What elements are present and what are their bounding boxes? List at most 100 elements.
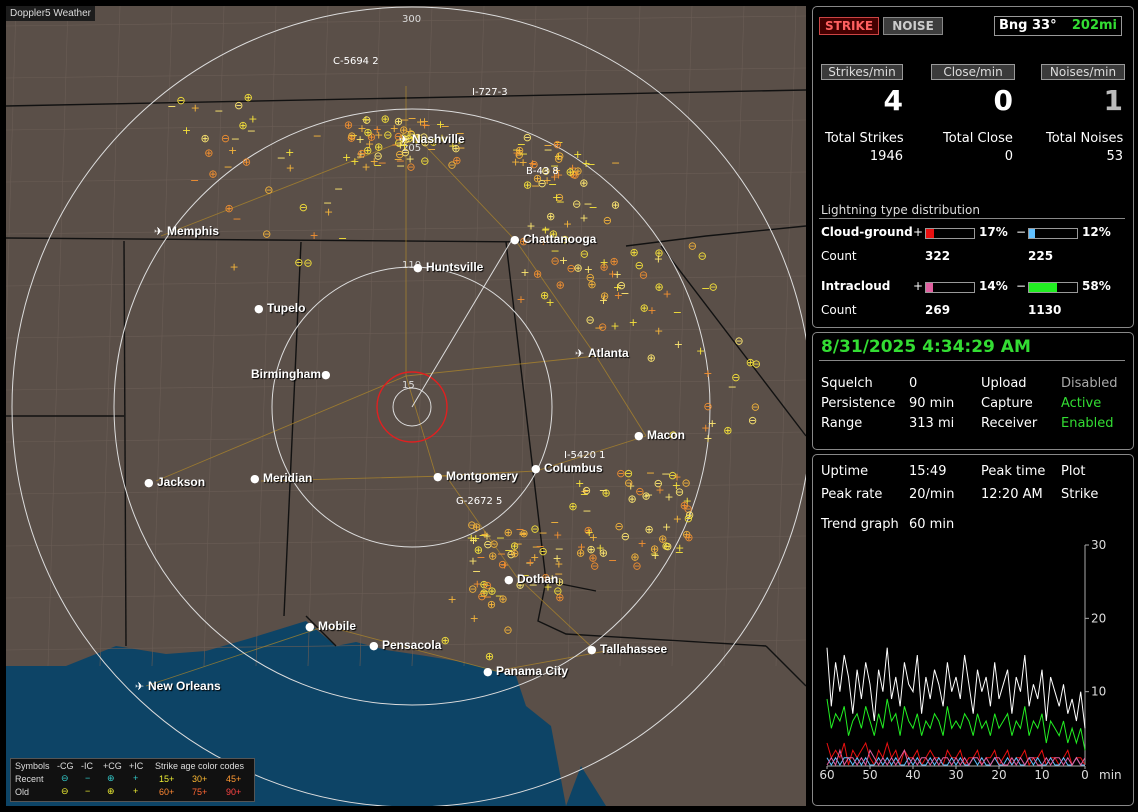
strike-marker: + [654, 325, 663, 338]
strike-marker: ⊕ [485, 650, 494, 663]
strike-marker: ⊕ [374, 140, 383, 153]
capture-value: Active [1061, 396, 1102, 411]
strike-marker: + [563, 218, 572, 231]
old-nic-icon: − [85, 786, 91, 796]
strike-marker: ⊕ [684, 531, 693, 544]
strike-marker: + [696, 344, 705, 357]
strike-marker: ⊕ [225, 202, 234, 215]
strike-marker: + [526, 219, 535, 232]
strike-marker: + [553, 552, 562, 565]
uptime-label: Uptime [821, 464, 869, 479]
legend-header-nic: -IC [81, 761, 93, 771]
strike-marker: ⊕ [381, 112, 390, 125]
noise-button[interactable]: NOISE [883, 17, 943, 35]
city-dot-icon: ● [305, 620, 315, 633]
strike-marker: − [728, 380, 737, 393]
strike-marker: + [248, 112, 257, 125]
city-label: Memphis [167, 224, 220, 238]
strike-marker: − [661, 468, 670, 481]
lightning-map[interactable]: 300 205 110 15 + ⊖ ⊖ + − ⊖ + − + ⊖ ⊖ + ⊕ + ⊕ − − + ⊖ ⊕ − ⊕ − ⊖ − − ⊕ ⊖ +… [6, 6, 806, 806]
strike-marker: − [476, 551, 485, 564]
strike-marker: ⊖ [572, 197, 581, 210]
strike-marker: ⊖ [551, 255, 560, 268]
cg-positive-pct: 17% [979, 225, 1008, 239]
strike-marker: − [644, 488, 653, 501]
trend-graph: 60 50 40 30 20 10 0 min 30 20 10 [819, 538, 1121, 782]
strike-marker: − [673, 306, 682, 319]
strike-marker: − [313, 129, 322, 142]
strike-marker: − [646, 466, 655, 479]
strike-marker: − [224, 160, 233, 173]
strike-marker: + [674, 338, 683, 351]
age-old-1: 60+ [159, 787, 175, 797]
strike-marker: ⊖ [590, 560, 599, 573]
strike-marker: − [338, 232, 347, 245]
strike-marker: + [526, 556, 535, 569]
upload-label: Upload [981, 376, 1027, 391]
strike-marker: − [247, 124, 256, 137]
strike-marker: + [610, 320, 619, 333]
strike-marker: + [629, 316, 638, 329]
strike-marker: − [583, 197, 592, 210]
strike-marker: − [599, 484, 608, 497]
strike-marker: ⊖ [635, 485, 644, 498]
road [155, 355, 597, 482]
persistence-label: Persistence [821, 396, 896, 411]
strike-marker: ⊖ [234, 99, 243, 112]
bearing-label: Bng 33° [999, 18, 1057, 33]
trend-panel: Uptime 15:49 Peak time Plot Peak rate 20… [812, 454, 1134, 806]
strike-marker: − [515, 523, 524, 536]
age-old-2: 75+ [192, 787, 208, 797]
x-tick-label: 60 [819, 768, 834, 782]
strike-marker: + [500, 558, 509, 571]
airport-icon: ✈ [575, 347, 585, 360]
noises-per-min-value: 1 [1103, 84, 1123, 117]
strike-marker: − [334, 182, 343, 195]
strike-marker: + [663, 288, 672, 301]
city-dot-icon: ● [413, 261, 423, 274]
strike-marker: + [191, 101, 200, 114]
cg-positive-count: 322 [925, 249, 951, 263]
age-recent-2: 30+ [192, 774, 208, 784]
capture-label: Capture [981, 396, 1033, 411]
ic-plus-sign: + [913, 279, 924, 293]
cg-minus-sign: − [1016, 225, 1027, 239]
city-dot-icon: ● [634, 429, 644, 442]
city-label: Dothan [517, 572, 559, 586]
strike-marker: − [167, 100, 176, 113]
strike-marker: ⊕ [576, 546, 585, 559]
state-border [765, 645, 806, 687]
ic-negative-pct: 58% [1082, 279, 1111, 293]
receiver-value: Enabled [1061, 416, 1114, 431]
strike-marker: ⊖ [221, 132, 230, 145]
strike-marker: ⊕ [568, 500, 577, 513]
status-panel: 8/31/2025 4:34:29 AM Squelch 0 Persisten… [812, 332, 1134, 450]
city-label: Chattanooga [523, 232, 597, 246]
strike-marker: ⊕ [579, 176, 588, 189]
strike-marker: ⊕ [611, 199, 620, 212]
x-tick-label: 10 [1034, 768, 1049, 782]
city-label: Huntsville [426, 260, 484, 274]
strike-marker: ⊖ [262, 228, 271, 241]
x-tick-label: 30 [948, 768, 963, 782]
strike-marker: ⊖ [294, 256, 303, 269]
range-label: Range [821, 416, 863, 431]
strike-marker: ⊖ [603, 214, 612, 227]
strike-marker: + [310, 229, 319, 242]
strike-marker: + [701, 422, 710, 435]
x-tick-label: 20 [991, 768, 1006, 782]
strike-marker: ⊕ [487, 585, 496, 598]
airport-icon: ✈ [135, 680, 145, 693]
legend-row-recent: Recent [15, 774, 44, 784]
old-pic-icon: + [133, 786, 139, 796]
county-line [99, 6, 121, 667]
recent-pcg-icon: ⊕ [107, 773, 115, 783]
cg-positive-bar [925, 228, 975, 239]
strike-button[interactable]: STRIKE [819, 17, 879, 35]
strike-marker: ⊕ [504, 526, 513, 539]
strike-marker: + [285, 146, 294, 159]
strike-marker: + [448, 593, 457, 606]
peak-rate-label: Peak rate [821, 487, 883, 502]
strike-marker: + [664, 490, 673, 503]
strike-marker: ⊕ [523, 179, 532, 192]
